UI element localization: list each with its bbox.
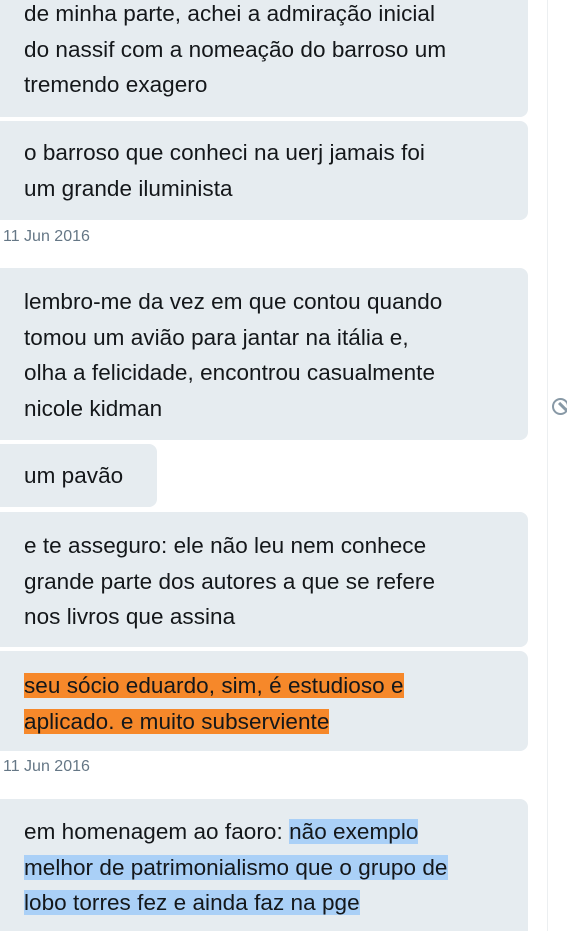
- message-line: lembro-me da vez em que contou quando: [24, 289, 443, 314]
- message-line: melhor de patrimonialismo que o grupo de: [24, 850, 506, 886]
- message-line: e te asseguro: ele não leu nem conhece: [24, 533, 427, 558]
- message-line: tremendo exagero: [24, 72, 208, 97]
- message-line: seu sócio eduardo, sim, é estudioso e: [24, 668, 506, 704]
- selected-text: melhor de patrimonialismo que o grupo de: [24, 854, 448, 880]
- message-timestamp: 11 Jun 2016: [3, 758, 90, 775]
- message-bubble[interactable]: um pavão: [0, 444, 157, 507]
- message-line: olha a felicidade, encontrou casualmente: [24, 360, 436, 385]
- message-line: o barroso que conheci na uerj jamais foi: [24, 140, 425, 165]
- message-line: lobo torres fez e ainda faz na pge: [24, 885, 506, 921]
- message-line: nicole kidman: [24, 395, 163, 421]
- message-line: um grande iluminista: [24, 175, 233, 201]
- message-text: em homenagem ao faoro:: [24, 819, 290, 844]
- message-bubble[interactable]: de minha parte, achei a admiração inicia…: [0, 0, 528, 117]
- message-bubble[interactable]: seu sócio eduardo, sim, é estudioso e ap…: [0, 651, 528, 751]
- message-line: do nassif com a nomeação do barroso um: [24, 36, 447, 62]
- message-line: tomou um avião para jantar na itália e,: [24, 324, 409, 350]
- message-timestamp: 11 Jun 2016: [3, 228, 90, 245]
- message-line: nos livros que assina: [24, 604, 236, 629]
- message-bubble[interactable]: lembro-me da vez em que contou quando to…: [0, 268, 528, 440]
- blocked-icon[interactable]: [552, 398, 567, 415]
- selected-text: lobo torres fez e ainda faz na pge: [24, 890, 360, 915]
- message-line: grande parte dos autores a que se refere: [24, 568, 436, 594]
- message-bubble[interactable]: e te asseguro: ele não leu nem conhece g…: [0, 512, 528, 647]
- message-bubble[interactable]: em homenagem ao faoro: não exemplo melho…: [0, 799, 528, 931]
- message-bubble[interactable]: o barroso que conheci na uerj jamais foi…: [0, 121, 528, 220]
- highlighted-text: seu sócio eduardo, sim, é estudioso e: [24, 673, 404, 698]
- selected-text: não exemplo: [289, 819, 419, 844]
- column-divider: [547, 0, 548, 931]
- message-line: aplicado. e muito subserviente: [24, 704, 506, 740]
- message-line: de minha parte, achei a admiração inicia…: [24, 1, 436, 26]
- message-line: em homenagem ao faoro: não exemplo: [24, 814, 506, 850]
- message-line: um pavão: [24, 463, 124, 488]
- highlighted-text: aplicado. e muito subserviente: [24, 708, 330, 734]
